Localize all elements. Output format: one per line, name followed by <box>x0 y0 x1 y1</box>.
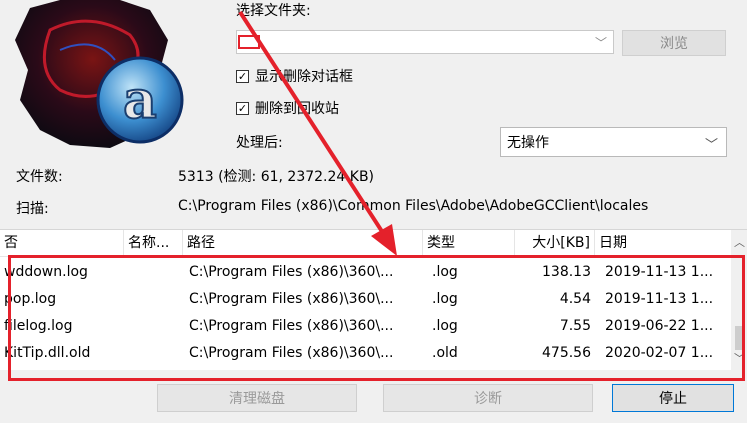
annotation-arrow-icon <box>238 10 397 256</box>
